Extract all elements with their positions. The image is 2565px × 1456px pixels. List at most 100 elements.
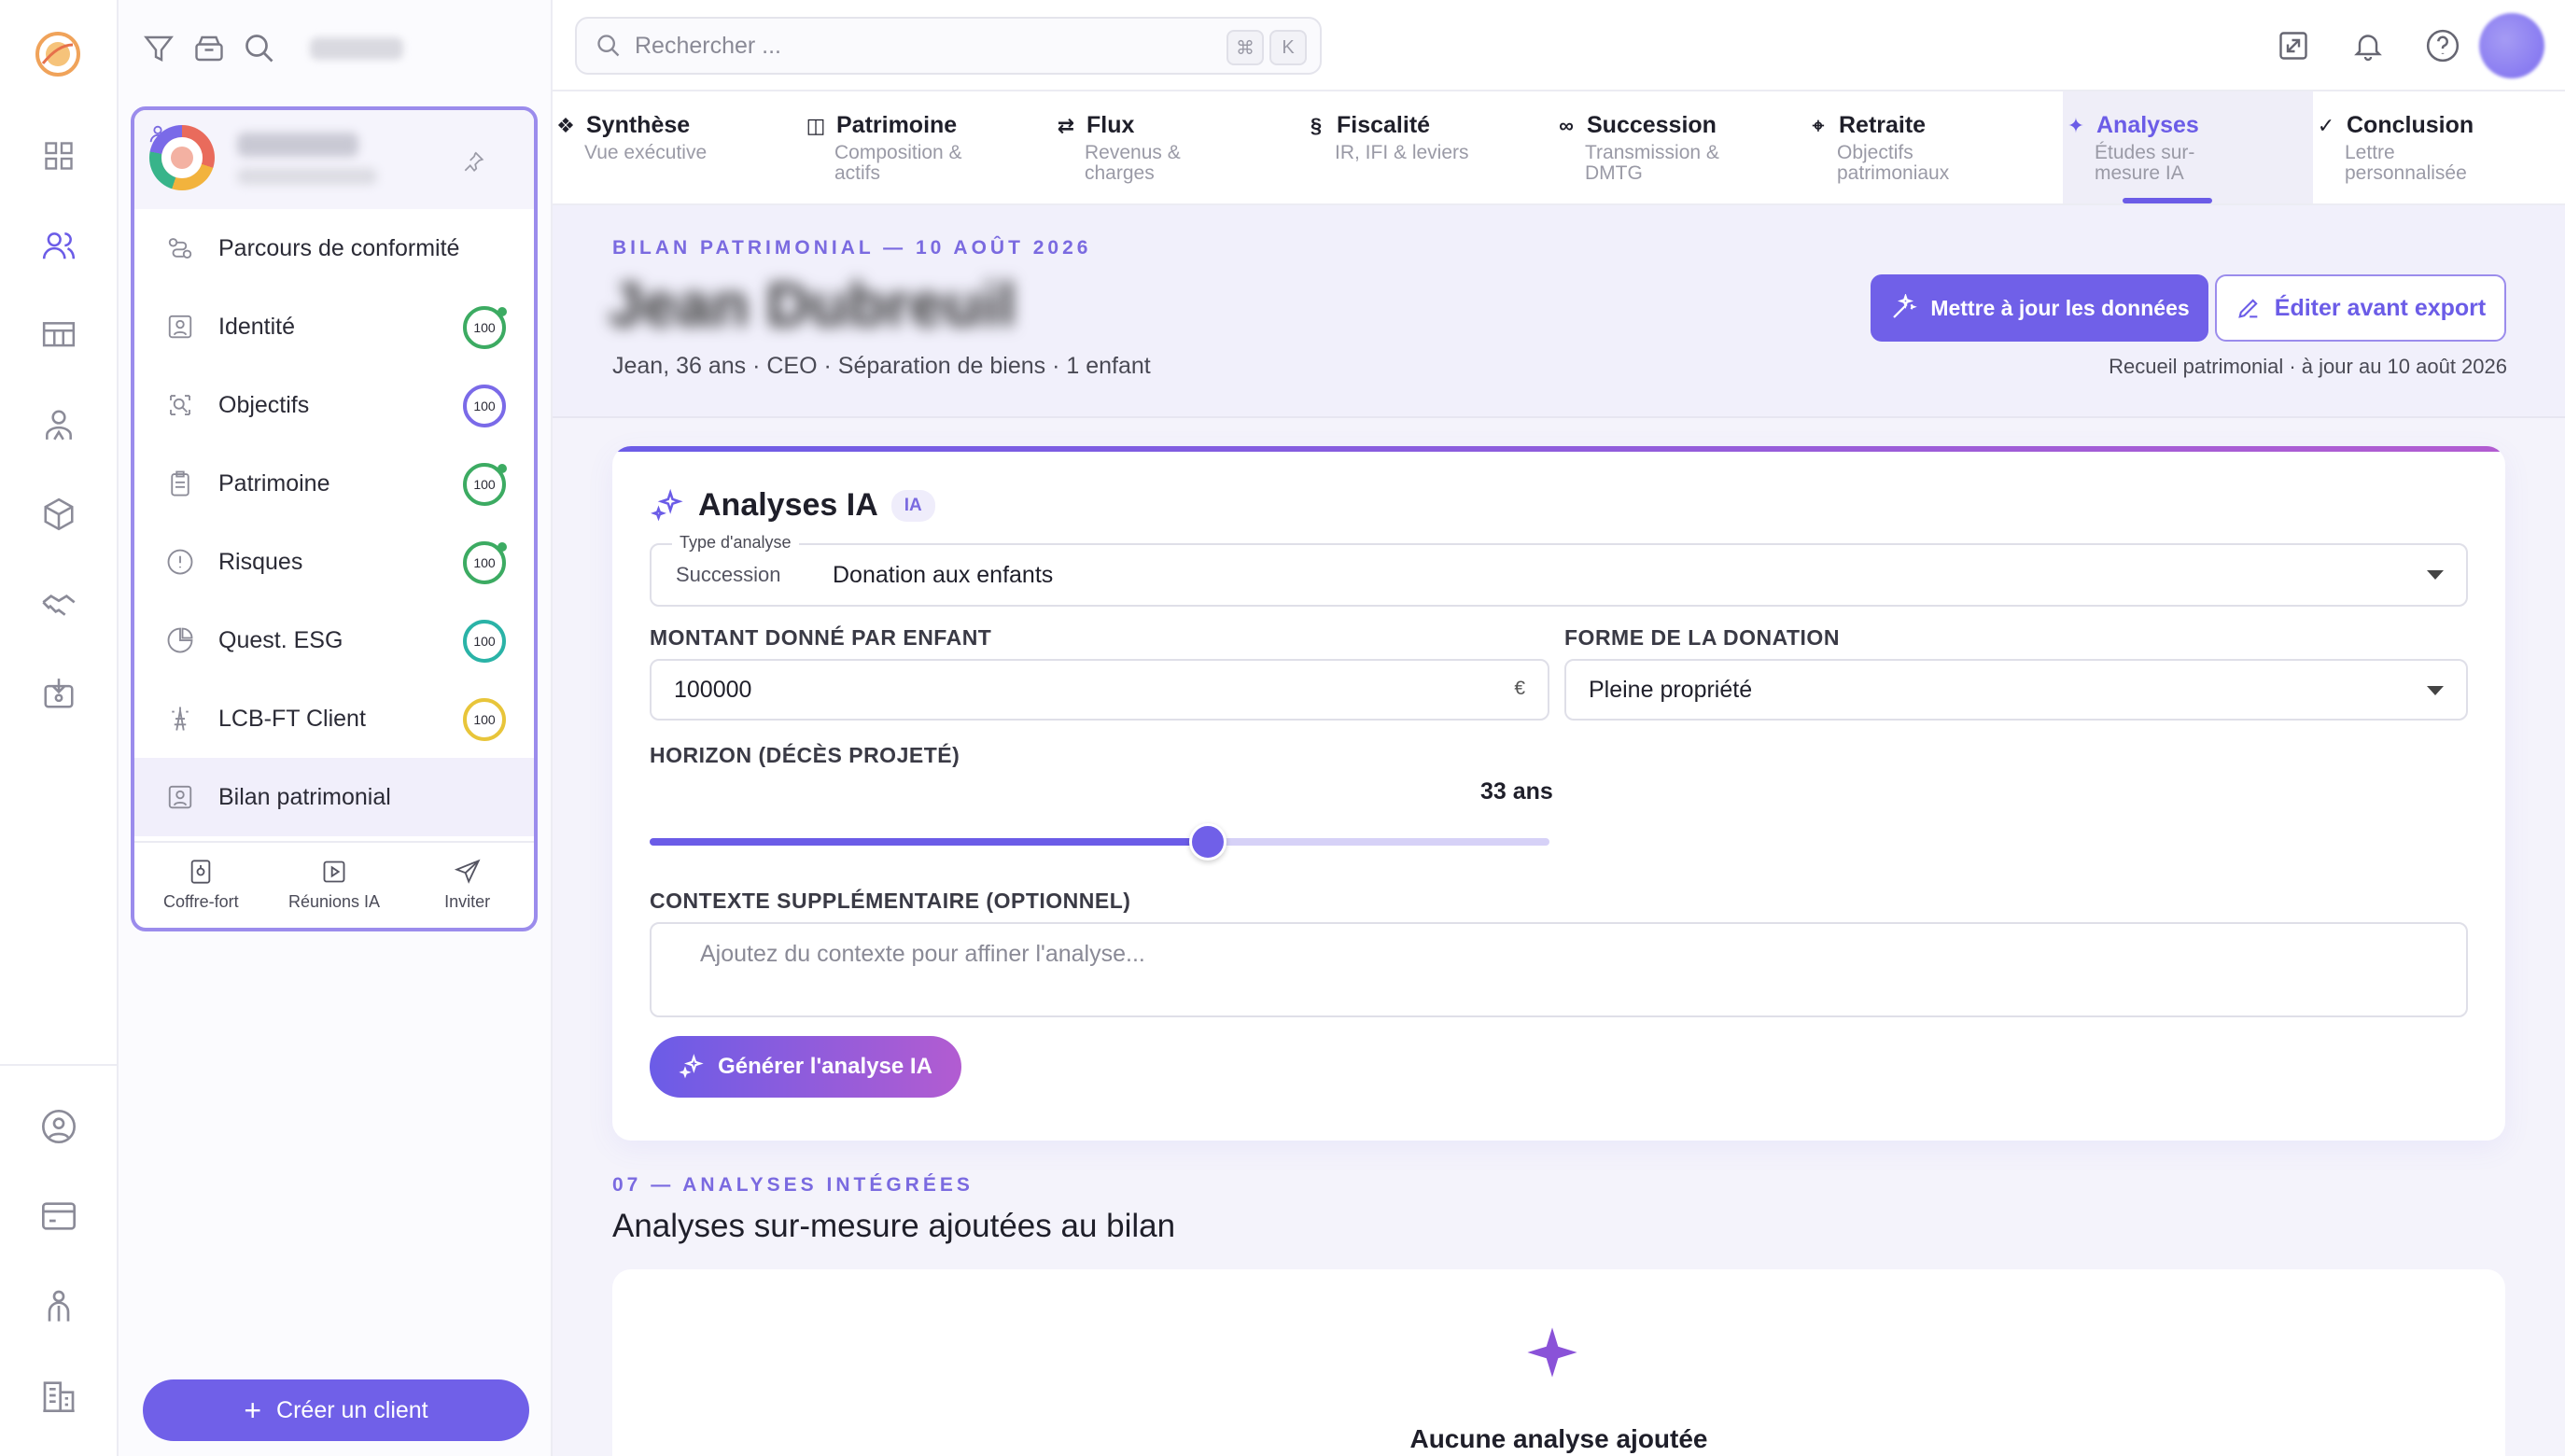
check-icon: ✓	[2317, 113, 2335, 137]
inbox-download-icon[interactable]	[35, 670, 82, 717]
card-accent-line	[612, 446, 2505, 452]
archive-icon[interactable]	[192, 32, 226, 65]
nav-item-label: Bilan patrimonial	[218, 783, 391, 810]
search-input[interactable]	[635, 32, 1195, 60]
client-card-name	[237, 133, 358, 157]
clients-icon[interactable]	[35, 222, 82, 269]
advisor-icon[interactable]	[35, 401, 82, 448]
new-client-label: Créer un client	[276, 1396, 428, 1423]
nav-item-label: Objectifs	[218, 391, 310, 418]
client-meta: Jean, 36 ans · CEO · Séparation de biens…	[612, 353, 1151, 379]
sparkles-icon	[651, 488, 683, 521]
score-badge: 100	[463, 541, 507, 584]
tab-title: Succession	[1587, 112, 1717, 138]
pin-icon[interactable]	[461, 149, 485, 174]
global-search[interactable]: ⌘ K	[575, 17, 1322, 75]
tab-flux[interactable]: ⇄ Flux Revenus & charges	[1053, 91, 1303, 203]
nav-item-esg[interactable]: Quest. ESG 100	[134, 601, 534, 679]
tab-analyses[interactable]: ✦ Analyses Études sur-mesure IA	[2063, 91, 2313, 203]
tab-patrimoine[interactable]: ◫ Patrimoine Composition & actifs	[803, 91, 1053, 203]
alert-circle-icon	[164, 546, 196, 578]
nav-item-risks[interactable]: Risques 100	[134, 523, 534, 601]
handshake-icon[interactable]	[35, 581, 82, 627]
nav-item-bilan[interactable]: Bilan patrimonial	[134, 758, 534, 836]
user-avatar[interactable]	[2479, 13, 2544, 78]
donation-form-select[interactable]: Pleine propriété	[1564, 659, 2468, 721]
search-icon[interactable]	[243, 32, 276, 65]
invite-label: Inviter	[444, 892, 491, 911]
client-card: Parcours de conformité Identité 100 Obje…	[131, 106, 538, 931]
horizon-slider-thumb[interactable]	[1188, 823, 1226, 861]
edit-before-export-button[interactable]: Éditer avant export	[2215, 274, 2506, 342]
tab-synthese[interactable]: ❖ Synthèse Vue exécutive	[553, 91, 803, 203]
invite-button[interactable]: Inviter	[400, 843, 534, 928]
client-card-header[interactable]	[134, 110, 534, 209]
tab-subtitle: Objectifs patrimoniaux	[1837, 142, 1950, 184]
dashboard-grid-icon[interactable]	[35, 133, 82, 179]
client-card-subtitle	[237, 168, 377, 185]
nav-item-label: Identité	[218, 313, 296, 340]
tab-retraite[interactable]: ⌖ Retraite Objectifs patrimoniaux	[1805, 91, 2055, 203]
crosshair-icon: ⌖	[1812, 113, 1825, 137]
tab-fiscalite[interactable]: § Fiscalité IR, IFI & leviers	[1303, 91, 1553, 203]
analysis-type-value: Donation aux enfants	[833, 561, 1054, 588]
analysis-type-category: Succession	[676, 563, 781, 586]
score-badge: 100	[463, 620, 506, 663]
tab-conclusion[interactable]: ✓ Conclusion Lettre personnalisée	[2313, 91, 2563, 203]
ai-analysis-title-text: Analyses IA	[698, 487, 878, 523]
filter-icon[interactable]	[142, 32, 175, 65]
amount-input[interactable]: 100000 €	[650, 659, 1549, 721]
safe-icon	[191, 860, 211, 884]
generate-analysis-label: Générer l'analyse IA	[718, 1054, 932, 1079]
link-rings-icon: ∞	[1559, 113, 1574, 137]
help-icon[interactable]	[2419, 22, 2466, 69]
products-cube-icon[interactable]	[35, 491, 82, 538]
vault-button[interactable]: Coffre-fort	[134, 843, 268, 928]
report-eyebrow: BILAN PATRIMONIAL — 10 AOÛT 2026	[612, 237, 1092, 259]
client-search-text[interactable]	[310, 37, 403, 60]
nav-item-label: Quest. ESG	[218, 626, 343, 653]
score-badge: 100	[463, 385, 506, 427]
fullscreen-icon[interactable]	[2270, 22, 2317, 69]
ia-badge: IA	[890, 489, 935, 522]
update-data-button[interactable]: Mettre à jour les données	[1871, 274, 2208, 342]
horizon-label: HORIZON (DÉCÈS PROJETÉ)	[650, 743, 960, 767]
nav-item-patrimoine[interactable]: Patrimoine 100	[134, 444, 534, 523]
vault-label: Coffre-fort	[162, 892, 239, 911]
analysis-type-select[interactable]: Type d'analyse Succession Donation aux e…	[650, 533, 2468, 607]
new-client-button[interactable]: + Créer un client	[143, 1379, 529, 1441]
nav-item-label: Parcours de conformité	[218, 234, 460, 261]
amount-label: MONTANT DONNÉ PAR ENFANT	[650, 625, 992, 650]
nav-item-compliance[interactable]: Parcours de conformité	[134, 209, 534, 287]
ai-meetings-button[interactable]: Réunions IA	[268, 843, 401, 928]
pencil-icon	[2237, 299, 2258, 318]
team-icon[interactable]	[35, 1282, 82, 1329]
sparkle-icon: ✦	[2067, 113, 2085, 137]
nav-item-identity[interactable]: Identité 100	[134, 287, 534, 366]
plus-icon: +	[244, 1393, 262, 1427]
tab-title: Synthèse	[586, 112, 691, 138]
billing-card-icon[interactable]	[35, 1193, 82, 1239]
table-icon[interactable]	[35, 312, 82, 358]
context-textarea[interactable]: Ajoutez du contexte pour affiner l'analy…	[650, 922, 2468, 1017]
active-tab-indicator	[2123, 198, 2212, 203]
building-icon[interactable]	[35, 1372, 82, 1419]
context-placeholder: Ajoutez du contexte pour affiner l'analy…	[700, 941, 1145, 967]
account-circle-icon[interactable]	[35, 1103, 82, 1150]
generate-analysis-button[interactable]: Générer l'analyse IA	[650, 1036, 961, 1098]
tab-subtitle: Vue exécutive	[584, 142, 708, 163]
diamond-icon: ❖	[556, 113, 575, 137]
bell-icon[interactable]	[2345, 22, 2391, 69]
integrated-eyebrow: 07 — ANALYSES INTÉGRÉES	[612, 1174, 974, 1196]
tab-title: Flux	[1086, 112, 1135, 138]
donation-form-value: Pleine propriété	[1589, 676, 1753, 703]
integrated-title: Analyses sur-mesure ajoutées au bilan	[612, 1208, 1176, 1244]
tab-subtitle: IR, IFI & leviers	[1335, 142, 1469, 163]
search-icon	[596, 33, 622, 59]
nav-item-objectives[interactable]: Objectifs 100	[134, 366, 534, 444]
nav-item-lcbft[interactable]: LCB-FT Client 100	[134, 679, 534, 758]
identity-icon	[164, 311, 196, 343]
tab-succession[interactable]: ∞ Succession Transmission & DMTG	[1553, 91, 1805, 203]
horizon-slider[interactable]	[650, 823, 1549, 861]
app-logo[interactable]	[30, 26, 86, 82]
